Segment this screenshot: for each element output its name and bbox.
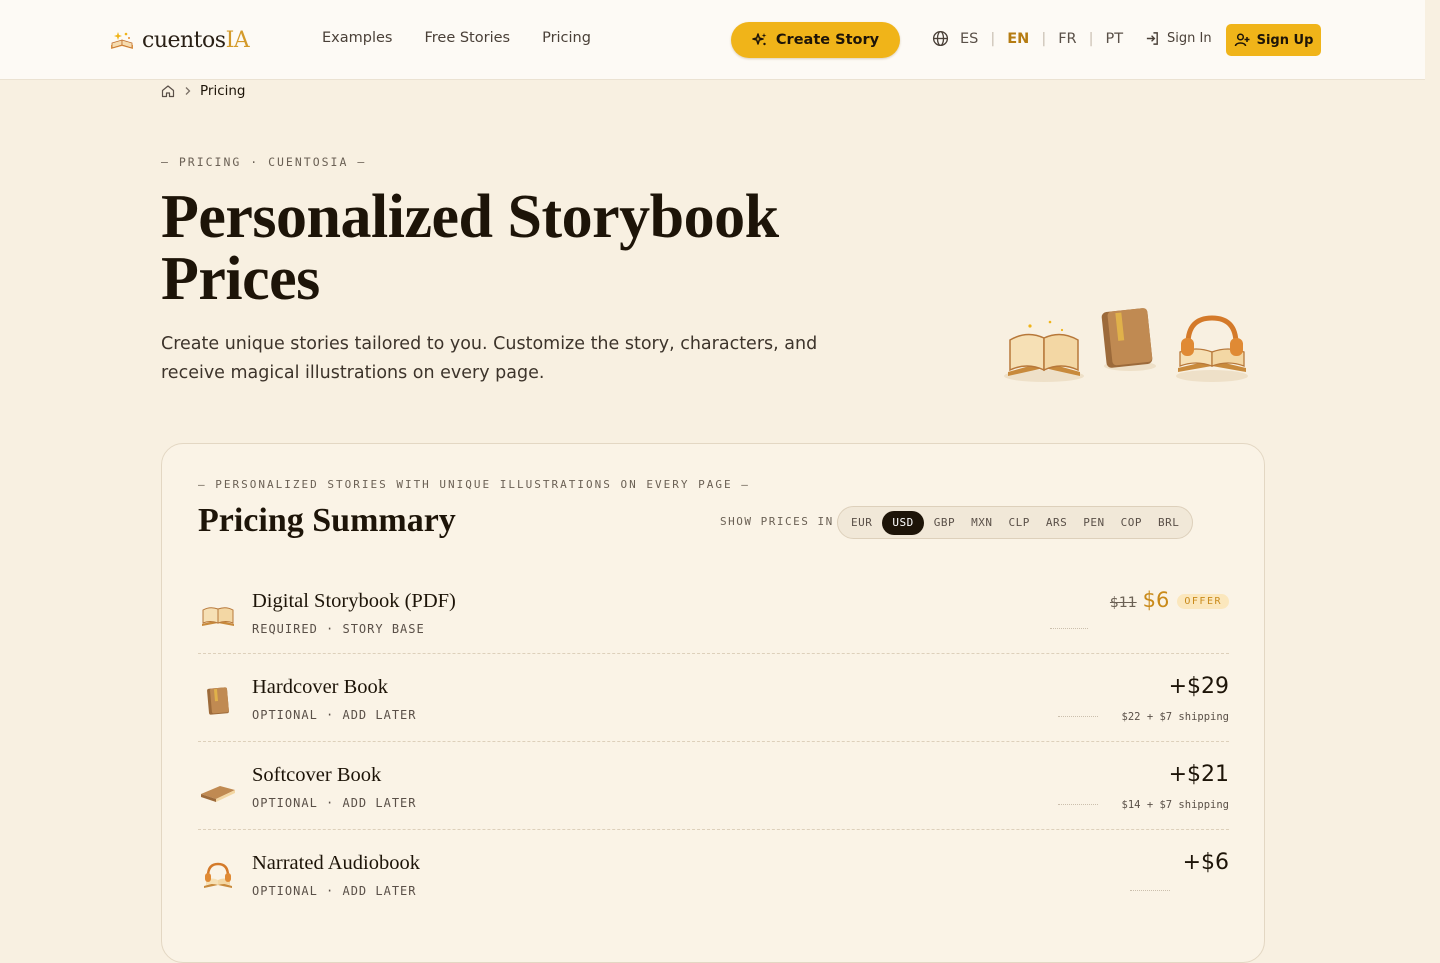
logo-text-accent: IA [225, 27, 250, 53]
offer-badge: OFFER [1177, 594, 1229, 609]
book-logo-icon [111, 32, 133, 49]
hero-illustration [1000, 296, 1260, 396]
lang-separator: | [1088, 30, 1094, 47]
sign-up-button[interactable]: Sign Up [1226, 24, 1321, 56]
lang-pt[interactable]: PT [1106, 31, 1124, 47]
row-price: +$21 [1168, 762, 1229, 787]
row-price: +$29 [1168, 674, 1229, 699]
pricing-card: — PERSONALIZED STORIES WITH UNIQUE ILLUS… [161, 443, 1265, 963]
currency-ars[interactable]: ARS [1040, 511, 1073, 535]
site-header: cuentosIA Examples Free Stories Pricing … [0, 0, 1425, 80]
currency-mxn[interactable]: MXN [965, 511, 998, 535]
row-title: Narrated Audiobook [252, 852, 420, 874]
row-price: +$6 [1182, 850, 1229, 875]
currency-cop[interactable]: COP [1115, 511, 1148, 535]
currency-usd[interactable]: USD [882, 510, 924, 535]
row-title: Digital Storybook (PDF) [252, 590, 456, 612]
sparkles-icon [752, 33, 767, 46]
softcover-book-icon [201, 786, 235, 802]
hardcover-book-illustration [1101, 308, 1156, 371]
row-divider [198, 653, 1229, 654]
currency-gbp[interactable]: GBP [928, 511, 961, 535]
hero-subtitle: Create unique stories tailored to you. C… [161, 334, 818, 383]
leader-dots [1050, 628, 1088, 629]
lang-es[interactable]: ES [960, 31, 978, 47]
currency-clp[interactable]: CLP [1003, 511, 1036, 535]
row-title: Softcover Book [252, 764, 382, 786]
create-story-button[interactable]: Create Story [731, 22, 900, 58]
open-book-icon [202, 607, 234, 626]
page-title: Personalized Storybook Prices [161, 183, 779, 313]
price-row-audiobook: Narrated Audiobook OPTIONAL · ADD LATER … [198, 848, 1229, 908]
currency-pen[interactable]: PEN [1077, 511, 1110, 535]
user-plus-icon [1234, 33, 1250, 47]
login-icon [1146, 32, 1158, 45]
create-story-label: Create Story [775, 32, 880, 48]
main-nav: Examples Free Stories Pricing [322, 30, 591, 46]
breadcrumb-current: Pricing [200, 83, 246, 99]
breadcrumb: Pricing [161, 83, 246, 99]
row-title: Hardcover Book [252, 676, 389, 698]
row-price: $11 $6 OFFER [1110, 588, 1229, 613]
pricing-summary-title: Pricing Summary [198, 502, 456, 539]
language-switcher: ES | EN | FR | PT [932, 30, 1123, 47]
headphones-book-illustration [1176, 315, 1248, 382]
sign-up-label: Sign Up [1256, 32, 1314, 48]
currency-selector: EUR USD GBP MXN CLP ARS PEN COP BRL [837, 506, 1194, 539]
currency-eur[interactable]: EUR [845, 511, 878, 535]
lang-fr[interactable]: FR [1058, 31, 1076, 47]
home-icon[interactable] [161, 84, 175, 98]
price-row-hardcover: Hardcover Book OPTIONAL · ADD LATER +$29… [198, 672, 1229, 732]
row-note: $22 + $7 shipping [1121, 711, 1229, 723]
price-row-digital: Digital Storybook (PDF) REQUIRED · STORY… [198, 586, 1229, 646]
currency-label: SHOW PRICES IN [720, 515, 834, 528]
old-price: $11 [1109, 595, 1137, 611]
logo-text: cuentosIA [142, 27, 250, 53]
lang-separator: | [990, 30, 996, 47]
offer-price: $6 [1142, 588, 1170, 612]
sign-in-link[interactable]: Sign In [1145, 31, 1212, 46]
logo[interactable]: cuentosIA [108, 26, 250, 54]
price-row-softcover: Softcover Book OPTIONAL · ADD LATER +$21… [198, 760, 1229, 820]
leader-dots [1130, 890, 1170, 891]
row-divider [198, 829, 1229, 830]
row-note: $14 + $7 shipping [1121, 799, 1229, 811]
row-meta: OPTIONAL · ADD LATER [252, 884, 417, 898]
product-illustrations [1004, 308, 1248, 382]
open-book-illustration [1004, 320, 1084, 382]
nav-pricing[interactable]: Pricing [542, 30, 591, 46]
row-divider [198, 741, 1229, 742]
nav-examples[interactable]: Examples [322, 30, 392, 46]
lang-en[interactable]: EN [1007, 31, 1029, 47]
nav-free-stories[interactable]: Free Stories [424, 30, 510, 46]
leader-dots [1058, 716, 1098, 717]
globe-icon [932, 30, 949, 47]
lang-separator: | [1041, 30, 1047, 47]
row-meta: REQUIRED · STORY BASE [252, 622, 425, 636]
headphones-book-icon [204, 862, 232, 888]
logo-text-main: cuentos [142, 27, 226, 53]
hardcover-book-icon [207, 687, 229, 715]
sign-in-label: Sign In [1167, 31, 1212, 46]
chevron-right-icon [185, 87, 191, 95]
hero-eyebrow: — PRICING · CUENTOSIA — [161, 155, 367, 169]
row-meta: OPTIONAL · ADD LATER [252, 796, 417, 810]
currency-brl[interactable]: BRL [1152, 511, 1185, 535]
leader-dots [1058, 804, 1098, 805]
pricing-eyebrow: — PERSONALIZED STORIES WITH UNIQUE ILLUS… [198, 478, 750, 491]
row-meta: OPTIONAL · ADD LATER [252, 708, 417, 722]
